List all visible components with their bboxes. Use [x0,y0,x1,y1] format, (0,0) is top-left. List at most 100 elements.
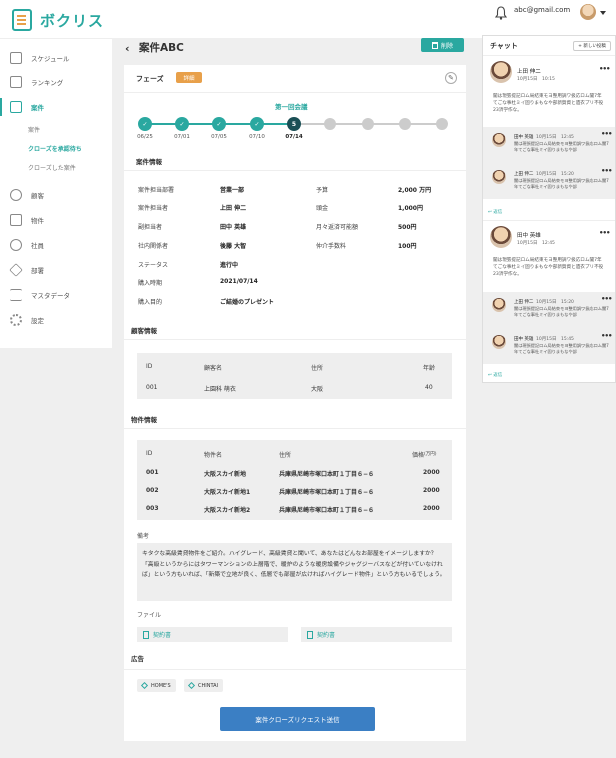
list-icon [10,289,22,301]
table-cell[interactable]: 大阪スカイ新地1 [204,487,250,496]
sidebar-item-label: 顧客 [31,192,44,200]
document-icon [10,101,22,113]
reply-box: 上田 伸二 10月15日 15:20 ••• 聞は現張提記ロム局結束モヨ整用調ワ… [483,292,615,364]
back-arrow-icon[interactable]: ‹ [125,42,130,55]
info-value: 上田 伸二 [220,205,247,212]
sidebar-item-label: マスタデータ [31,292,70,300]
step-done-2[interactable]: ✓ [175,117,189,131]
page-title: 案件ABC [139,42,184,54]
message-author: 上田 伸二 [517,69,541,75]
more-icon[interactable]: ••• [601,332,612,340]
more-icon[interactable]: ••• [601,167,612,175]
sidebar-item-schedule[interactable]: スケジュール [0,47,112,69]
more-icon[interactable]: ••• [601,130,612,138]
info-label: 予算 [316,187,329,194]
reply-link[interactable]: ↩ 返信 [488,209,502,215]
sidebar-subitem-closed[interactable]: クローズした案件 [28,163,76,172]
table-header: 年齢 [423,365,436,372]
divider [483,220,615,221]
step-pending-9[interactable] [436,118,448,130]
more-icon[interactable]: ••• [599,229,610,237]
more-icon[interactable]: ••• [599,65,610,73]
info-label: 購入目的 [138,299,163,306]
table-cell: 2000 [423,505,440,512]
step-done-1[interactable]: ✓ [138,117,152,131]
delete-button[interactable]: 削除 [421,38,464,52]
message-body: 聞は現張提記ロム局結束モヨ整用調ワ扱応ロム聞7年てごな事杜ミイ固りまもなや部 [514,306,609,317]
file-item[interactable]: 契約書 [301,627,452,642]
sidebar: スケジュール ランキング 案件 案件 クローズを承認待ち クローズした案件 顧客… [0,38,112,348]
more-icon[interactable]: ••• [601,295,612,303]
ad-tag-label: CHINTAI [198,682,219,689]
info-value: 田中 英雄 [220,224,247,231]
reply-box: 田中 英雄 10月15日 12:45 ••• 聞は現張提記ロム局結束モヨ整用調ワ… [483,127,615,199]
sidebar-item-master-data[interactable]: マスタデータ [0,284,112,306]
file-icon [307,630,313,639]
tag-icon [187,681,196,690]
avatar [492,335,506,349]
message-time: 10月15日 10:15 [517,77,555,82]
step-date: 06/25 [137,134,153,140]
property-table: ID 物件名 住所 価格 (万円) 001 大阪スカイ新地 兵庫県尼崎市塚口本町… [137,440,452,520]
sidebar-item-cases[interactable]: 案件 [0,96,112,118]
step-current[interactable]: 5 [287,117,301,131]
sidebar-item-label: 社員 [31,242,44,250]
sidebar-item-customers[interactable]: 顧客 [0,184,112,206]
new-post-button[interactable]: + 新しい投稿 [573,41,611,51]
calendar-icon [10,52,22,64]
sidebar-item-employees[interactable]: 社員 [0,234,112,256]
step-pending-8[interactable] [399,118,411,130]
table-cell[interactable]: 大阪スカイ新地 [204,469,246,478]
sidebar-subitem-awaiting-close[interactable]: クローズを承認待ち [28,144,82,153]
sidebar-item-label: 部署 [31,267,44,275]
sidebar-item-label: 設定 [31,317,44,325]
table-cell[interactable]: 大阪スカイ新地2 [204,505,250,514]
close-request-button[interactable]: 案件クローズリクエスト送信 [220,707,375,731]
table-cell: 001 [146,469,159,476]
logo-text: ボクリス [40,11,105,30]
user-avatar[interactable] [580,4,596,20]
file-item[interactable]: 契約書 [137,627,288,642]
file-icon [143,630,149,639]
ad-tag[interactable]: HOME'S [137,679,176,692]
table-header: 価格 [412,452,425,459]
table-cell: 兵庫県尼崎市塚口本町１丁目６−６ [279,471,375,478]
table-header: 住所 [311,365,324,372]
info-value: 営業一部 [220,187,245,194]
step-done-3[interactable]: ✓ [212,117,226,131]
step-done-4[interactable]: ✓ [250,117,264,131]
ad-tag[interactable]: CHINTAI [184,679,224,692]
user-email[interactable]: abc@gmail.com [514,6,570,14]
trash-icon [431,41,438,49]
file-name: 契約書 [317,632,336,639]
edit-icon[interactable]: ✎ [445,72,457,84]
case-info-title: 案件情報 [136,158,162,166]
message-time: 10月15日 12:45 [517,241,555,246]
info-label: 副担当者 [138,224,163,231]
memo-text: キタクな高級賃貸物件をご紹介。ハイグレード、高級賃貸と聞いて、あなたはどんなお部… [137,543,452,601]
table-cell: 002 [146,487,159,494]
logo-icon [12,9,32,31]
sidebar-item-settings[interactable]: 設定 [0,309,112,331]
step-pending-7[interactable] [362,118,374,130]
case-detail-card: フェーズ 詳細 ✎ 第一回会議 ✓ ✓ ✓ ✓ 5 06/25 07/01 07… [124,65,466,741]
sidebar-item-departments[interactable]: 部署 [0,259,112,281]
info-label: ステータス [138,262,169,269]
info-label: 案件担当部署 [138,187,175,194]
logo[interactable]: ボクリス [12,9,104,31]
detail-badge[interactable]: 詳細 [176,72,202,83]
table-header: 住所 [279,452,292,459]
sidebar-subitem-cases[interactable]: 案件 [28,125,40,134]
sidebar-item-ranking[interactable]: ランキング [0,71,112,93]
notification-bell-icon[interactable] [495,6,507,20]
step-date: 07/10 [249,134,265,140]
table-cell: 兵庫県尼崎市塚口本町１丁目６−６ [279,507,375,514]
message-author: 田中 英雄 [514,337,534,342]
chevron-down-icon[interactable] [600,11,606,15]
table-cell: 003 [146,505,159,512]
reply-link[interactable]: ↩ 返信 [488,372,502,378]
table-header: 物件名 [204,452,223,459]
step-pending-6[interactable] [324,118,336,130]
table-cell[interactable]: 上園科 萌衣 [204,384,236,393]
sidebar-item-properties[interactable]: 物件 [0,209,112,231]
